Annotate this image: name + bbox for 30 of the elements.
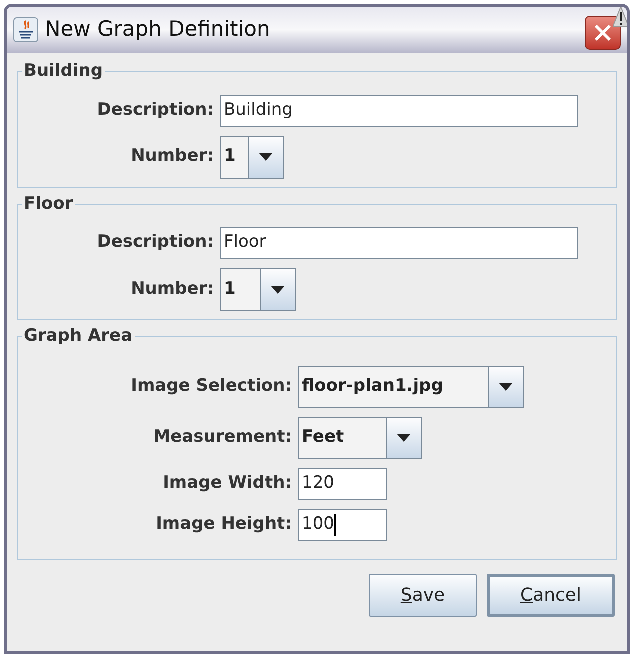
dropdown[interactable]: floor-plan1.jpg bbox=[298, 366, 524, 408]
warning-icon bbox=[613, 7, 627, 29]
field-label: Image Selection: bbox=[130, 374, 292, 398]
field-label: Image Width: bbox=[162, 472, 292, 495]
dropdown-arrow-icon bbox=[499, 382, 513, 390]
coffee-cup-icon bbox=[13, 17, 39, 43]
dialog-button[interactable]: Save bbox=[369, 574, 477, 616]
dropdown[interactable]: Feet bbox=[298, 416, 422, 458]
dropdown-arrow-icon bbox=[271, 286, 285, 294]
field-label: Measurement: bbox=[152, 426, 292, 449]
text-field[interactable]: 100 bbox=[298, 508, 387, 540]
group-title: Building bbox=[23, 60, 104, 83]
dropdown[interactable]: 1 bbox=[220, 136, 284, 178]
close-button[interactable] bbox=[585, 16, 621, 50]
close-icon bbox=[593, 23, 613, 43]
dropdown-arrow-icon bbox=[259, 153, 273, 161]
dropdown-arrow-icon bbox=[397, 434, 411, 442]
field-label: Description: bbox=[96, 231, 214, 254]
dialog-button[interactable]: Cancel bbox=[487, 574, 615, 616]
group-title: Floor bbox=[23, 192, 74, 216]
field-label: Description: bbox=[96, 98, 214, 122]
dropdown[interactable]: 1 bbox=[220, 268, 296, 311]
group-title: Graph Area bbox=[23, 325, 134, 348]
text-field[interactable]: 120 bbox=[298, 468, 387, 500]
field-label: Number: bbox=[130, 145, 214, 168]
text-field[interactable]: Floor bbox=[220, 227, 578, 259]
field-label: Number: bbox=[130, 278, 214, 301]
window-title: New Graph Definition bbox=[45, 16, 270, 44]
field-label: Image Height: bbox=[155, 512, 292, 536]
text-field[interactable]: Building bbox=[220, 94, 578, 126]
